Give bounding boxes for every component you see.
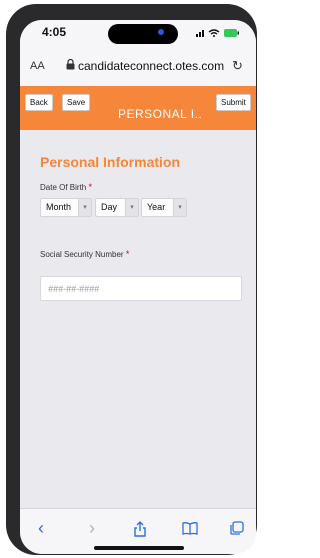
dynamic-island <box>108 24 178 44</box>
back-button[interactable]: Back <box>25 94 53 111</box>
chevron-down-icon: ▾ <box>78 199 91 216</box>
ssn-input[interactable] <box>40 276 242 301</box>
forward-nav-icon[interactable]: › <box>89 518 95 539</box>
app-header: Back Save Submit PERSONAL I.. <box>20 86 256 130</box>
bookmarks-icon[interactable] <box>182 521 198 538</box>
lock-icon <box>66 59 75 70</box>
status-bar: 4:05 <box>20 20 256 48</box>
month-value: Month <box>46 202 72 212</box>
ssn-label: Social Security Number * <box>40 249 129 259</box>
reload-icon[interactable]: ↻ <box>232 58 243 74</box>
year-select[interactable]: Year ▾ <box>141 198 187 217</box>
dob-label-text: Date Of Birth <box>40 183 87 192</box>
dob-label: Date Of Birth * <box>40 182 92 192</box>
month-select[interactable]: Month ▾ <box>40 198 92 217</box>
required-marker: * <box>125 249 130 259</box>
status-time: 4:05 <box>42 25 67 39</box>
browser-url-bar[interactable]: AA candidateconnect.otes.com ↻ <box>20 48 256 86</box>
required-marker: * <box>88 182 92 192</box>
camera-indicator-icon <box>158 29 164 35</box>
year-value: Year <box>147 202 166 212</box>
ssn-label-text: Social Security Number <box>40 250 124 259</box>
url-text[interactable]: candidateconnect.otes.com <box>78 59 224 73</box>
save-button[interactable]: Save <box>62 94 91 111</box>
day-select[interactable]: Day ▾ <box>95 198 139 217</box>
chevron-down-icon: ▾ <box>125 199 138 216</box>
back-nav-icon[interactable]: ‹ <box>38 518 44 539</box>
section-title: Personal Information <box>40 154 181 170</box>
submit-button[interactable]: Submit <box>216 94 251 111</box>
tabs-icon[interactable] <box>230 521 244 538</box>
page-title: PERSONAL I.. <box>118 107 203 121</box>
day-value: Day <box>101 202 118 212</box>
phone-frame: 4:05 AA candidateconnect.otes.com ↻ Back… <box>6 4 257 555</box>
text-size-button[interactable]: AA <box>30 60 45 72</box>
chevron-down-icon: ▾ <box>173 199 186 216</box>
share-icon[interactable] <box>133 521 147 540</box>
home-indicator <box>94 546 184 550</box>
screen: 4:05 AA candidateconnect.otes.com ↻ Back… <box>20 20 256 554</box>
signal-wifi-battery-icon <box>196 28 240 40</box>
